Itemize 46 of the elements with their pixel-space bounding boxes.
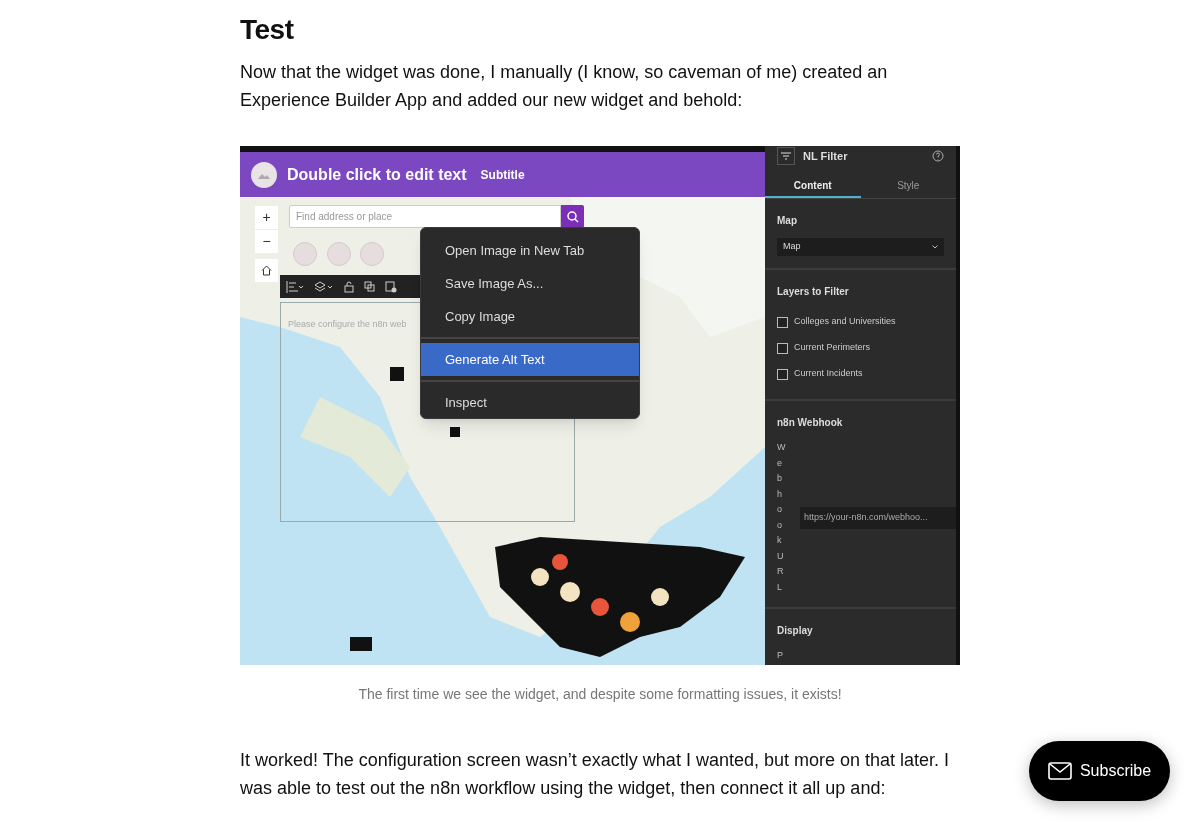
home-icon	[261, 265, 272, 276]
copy-icon[interactable]	[364, 281, 375, 292]
checkbox[interactable]	[777, 368, 788, 380]
menu-item[interactable]: Generate Alt Text	[421, 343, 639, 376]
lock-icon[interactable]	[344, 280, 354, 293]
zoom-in-button[interactable]: +	[255, 206, 278, 229]
header-title: Double click to edit text	[287, 164, 467, 185]
webhook-url-field[interactable]: https://your-n8n.com/webhoo...	[800, 506, 956, 529]
checkbox[interactable]	[777, 316, 788, 328]
search-button[interactable]	[561, 205, 584, 228]
menu-item[interactable]: Copy Image	[421, 300, 639, 333]
checkbox[interactable]	[777, 342, 788, 354]
chevron-icon	[932, 245, 938, 249]
align-icon[interactable]	[286, 280, 304, 293]
menu-item[interactable]: Save Image As...	[421, 267, 639, 300]
panel-title: NL Filter	[803, 148, 849, 164]
search-field[interactable]: Find address or place	[289, 205, 561, 228]
menu-item[interactable]: Open Image in New Tab	[421, 234, 639, 267]
section-title: Map	[777, 214, 798, 228]
vertical-label: WebhookURL	[777, 441, 786, 594]
checkbox-label: Colleges and Universities	[794, 315, 896, 329]
article-heading: Test	[240, 13, 295, 47]
section-title: Layers to Filter	[777, 285, 850, 299]
logo-icon	[251, 161, 277, 188]
article-paragraph: Now that the widget was done, I manually (I know, so caveman of me) created an Experience Builder App and added our new widget and behold:	[240, 61, 889, 112]
zoom-out-button[interactable]: −	[255, 230, 278, 253]
checkbox-label: Current Perimeters	[794, 341, 871, 355]
mail-icon	[1047, 762, 1072, 780]
search-icon	[566, 210, 579, 223]
vertical-label: P	[777, 649, 784, 662]
home-button[interactable]	[255, 259, 278, 282]
help-icon[interactable]	[932, 150, 944, 162]
section-title: Display	[777, 624, 814, 638]
header-subtitle: Subtitle	[480, 166, 525, 184]
filter-icon	[777, 147, 795, 165]
figure-caption: The first time we see the widget, and despite some formatting issues, it exists!	[357, 685, 843, 704]
checkbox-label: Current Incidents	[794, 367, 863, 381]
menu-item[interactable]: Inspect	[421, 386, 639, 419]
map-dropdown[interactable]: Map	[777, 238, 944, 256]
layers-icon[interactable]	[314, 280, 334, 293]
section-title: n8n Webhook	[777, 416, 844, 430]
panel-tab[interactable]: Content	[765, 176, 861, 198]
article-paragraph: It worked! The configuration screen wasn’t exactly what I wanted, but more on that later. I was able to test out the n8n workflow using the widget, then connect it all up and:	[240, 749, 951, 800]
subscribe-button[interactable]: Subscribe	[1029, 741, 1170, 801]
widget-message: Please configure the n8n web	[288, 318, 407, 331]
panel-tab[interactable]: Style	[860, 176, 956, 198]
